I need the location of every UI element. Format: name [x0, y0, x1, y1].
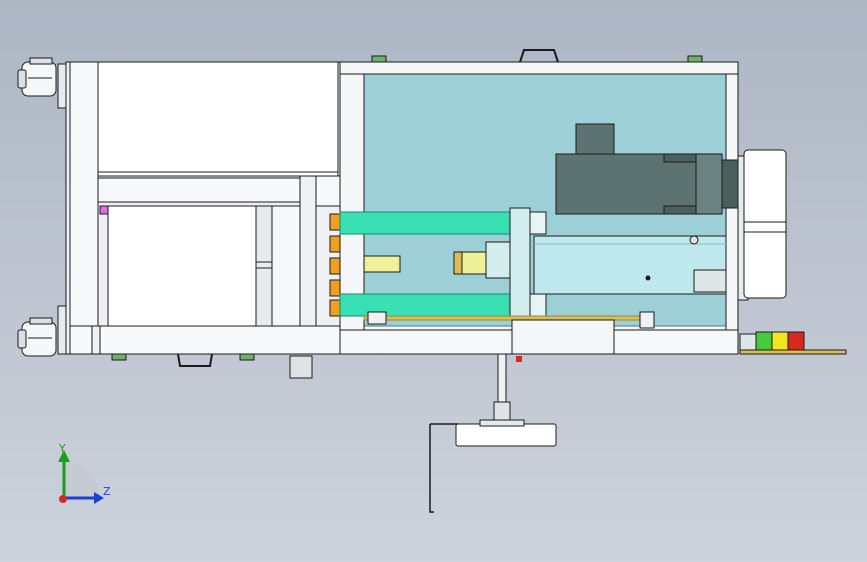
caster-top-left	[17, 57, 69, 109]
cad-viewport[interactable]: Y Z	[0, 0, 867, 562]
right-panel	[737, 149, 787, 301]
top-clips	[371, 55, 703, 63]
left-frame-assembly	[65, 61, 341, 355]
machine-model-drawing[interactable]	[0, 0, 867, 562]
bottom-handles	[111, 353, 313, 379]
hopper-stand	[429, 353, 557, 513]
axis-triad	[58, 450, 104, 504]
nozzle-housing	[511, 319, 615, 362]
signal-light-tower	[739, 331, 847, 355]
caster-bottom-left	[17, 305, 69, 357]
axis-x-origin-icon	[59, 495, 67, 503]
ejector-block	[363, 255, 401, 273]
top-handle	[519, 49, 559, 63]
clamp-blocks	[315, 205, 341, 327]
axis-y-label: Y	[59, 442, 66, 455]
axis-z-label: Z	[103, 485, 111, 498]
